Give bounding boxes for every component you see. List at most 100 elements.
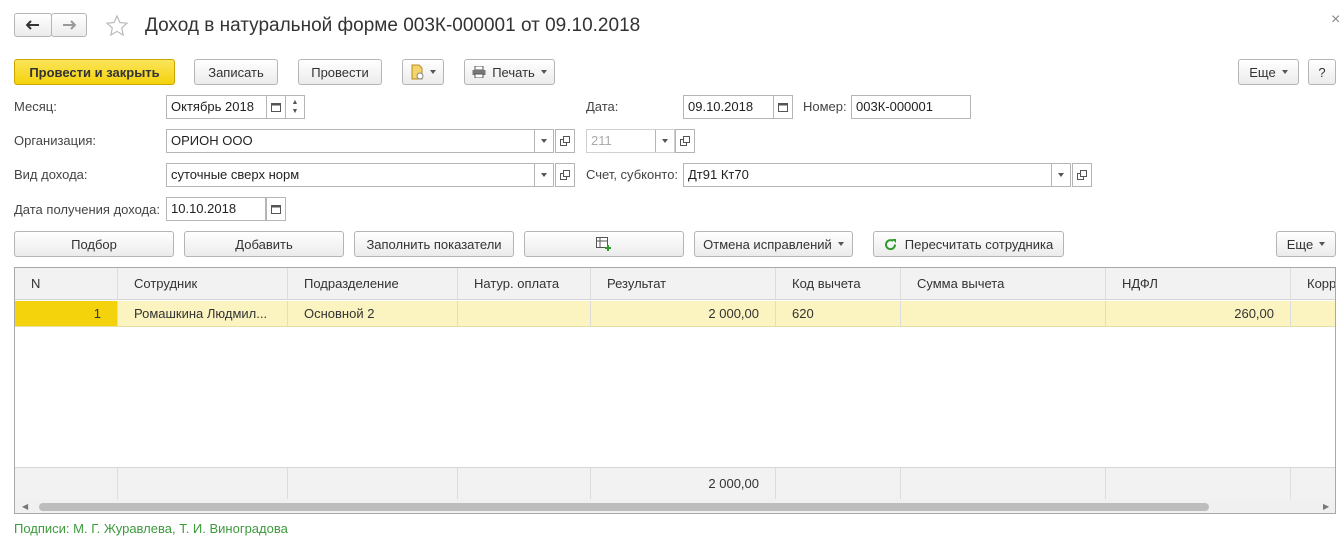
month-field[interactable]: Октябрь 2018	[166, 95, 286, 119]
open-icon	[680, 136, 690, 146]
forward-button[interactable]	[51, 13, 87, 37]
footer-result-total: 2 000,00	[591, 468, 776, 499]
income-type-open-button[interactable]	[555, 163, 575, 187]
chevron-down-icon	[1319, 242, 1326, 246]
income-type-dropdown-button[interactable]	[534, 164, 553, 186]
employees-table[interactable]: N Сотрудник Подразделение Натур. оплата …	[14, 267, 1336, 514]
open-icon	[1077, 170, 1087, 180]
favorite-star-icon[interactable]	[105, 14, 129, 41]
number-field[interactable]: 003К-000001	[851, 95, 971, 119]
column-header-natural-payment[interactable]: Натур. оплата	[458, 268, 591, 299]
cell-ndfl[interactable]: 260,00	[1106, 301, 1291, 326]
account-label: Счет, субконто:	[586, 167, 679, 182]
help-button[interactable]: ?	[1308, 59, 1336, 85]
post-and-close-label: Провести и закрыть	[29, 64, 160, 80]
account-open-button[interactable]	[1072, 163, 1092, 187]
account-field[interactable]: Дт91 Кт70	[683, 163, 1071, 187]
column-header-corr[interactable]: Корр	[1291, 268, 1335, 299]
cell-employee[interactable]: Ромашкина Людмил...	[118, 301, 288, 326]
month-stepper[interactable]: ▲ ▼	[285, 95, 305, 119]
footer-cell	[288, 468, 458, 499]
chevron-down-icon	[541, 139, 547, 143]
printer-icon	[472, 66, 486, 78]
print-label: Печать	[492, 64, 535, 80]
code-open-button[interactable]	[675, 129, 695, 153]
column-header-employee[interactable]: Сотрудник	[118, 268, 288, 299]
income-type-label: Вид дохода:	[14, 167, 88, 182]
more-label: Еще	[1249, 64, 1276, 80]
cell-n[interactable]: 1	[15, 301, 118, 326]
post-button[interactable]: Провести	[298, 59, 382, 85]
back-button[interactable]	[14, 13, 52, 37]
cell-deduction-amount[interactable]	[901, 301, 1106, 326]
code-dropdown-button[interactable]	[655, 130, 674, 152]
organization-open-button[interactable]	[555, 129, 575, 153]
chevron-down-icon	[540, 70, 547, 74]
income-date-field[interactable]: 10.10.2018	[166, 197, 266, 221]
print-button[interactable]: Печать	[464, 59, 555, 85]
help-label: ?	[1318, 64, 1326, 80]
pick-label: Подбор	[71, 236, 117, 252]
close-icon[interactable]: ×	[1331, 12, 1339, 28]
date-field[interactable]: 09.10.2018	[683, 95, 793, 119]
cell-department[interactable]: Основной 2	[288, 301, 458, 326]
income-date-calendar-button[interactable]	[266, 197, 286, 221]
organization-label: Организация:	[14, 133, 97, 148]
calendar-button[interactable]	[773, 96, 792, 118]
calendar-button[interactable]	[266, 96, 285, 118]
month-label: Месяц:	[14, 99, 57, 114]
income-date-label: Дата получения дохода:	[14, 202, 160, 217]
account-value: Дт91 Кт70	[688, 167, 749, 182]
arrow-left-icon	[26, 20, 39, 30]
code-field[interactable]: 211	[586, 129, 675, 153]
cell-deduction-code[interactable]: 620	[776, 301, 901, 326]
footer-cell	[1106, 468, 1291, 499]
scrollbar-thumb[interactable]	[39, 503, 1209, 511]
table-row[interactable]: 1 Ромашкина Людмил... Основной 2 2 000,0…	[15, 301, 1335, 327]
chevron-down-icon	[662, 139, 668, 143]
save-button[interactable]: Записать	[194, 59, 278, 85]
organization-dropdown-button[interactable]	[534, 130, 553, 152]
horizontal-scrollbar[interactable]: ◀ ▶	[15, 499, 1335, 513]
column-header-department[interactable]: Подразделение	[288, 268, 458, 299]
income-type-field[interactable]: суточные сверх норм	[166, 163, 554, 187]
pick-button[interactable]: Подбор	[14, 231, 174, 257]
scroll-left-icon[interactable]: ◀	[22, 502, 28, 511]
add-label: Добавить	[235, 236, 293, 252]
post-and-close-button[interactable]: Провести и закрыть	[14, 59, 175, 85]
document-create-icon	[411, 64, 424, 80]
open-icon	[560, 170, 570, 180]
column-header-n[interactable]: N	[15, 268, 118, 299]
stepper-down-icon[interactable]: ▼	[292, 107, 299, 116]
code-value: 211	[591, 133, 612, 148]
create-based-on-button[interactable]	[402, 59, 444, 85]
table-add-icon	[596, 237, 611, 251]
table-more-label: Еще	[1286, 236, 1314, 252]
column-header-ndfl[interactable]: НДФЛ	[1106, 268, 1291, 299]
column-header-deduction-code[interactable]: Код вычета	[776, 268, 901, 299]
account-dropdown-button[interactable]	[1051, 164, 1070, 186]
stepper-up-icon[interactable]: ▲	[292, 98, 299, 107]
income-date-value: 10.10.2018	[171, 201, 237, 216]
calendar-icon	[271, 205, 281, 214]
organization-field[interactable]: ОРИОН ООО	[166, 129, 554, 153]
recalc-employee-button[interactable]: Пересчитать сотрудника	[873, 231, 1064, 257]
add-button[interactable]: Добавить	[184, 231, 344, 257]
table-more-button[interactable]: Еще	[1276, 231, 1336, 257]
arrow-right-icon	[63, 20, 76, 30]
scroll-right-icon[interactable]: ▶	[1323, 502, 1329, 511]
date-label: Дата:	[586, 99, 619, 114]
signatures-link[interactable]: Подписи: М. Г. Журавлева, Т. И. Виноград…	[14, 521, 288, 537]
add-row-button[interactable]	[524, 231, 684, 257]
cancel-fixes-label: Отмена исправлений	[703, 236, 832, 252]
cell-natural-payment[interactable]	[458, 301, 591, 326]
column-header-result[interactable]: Результат	[591, 268, 776, 299]
cell-corr[interactable]	[1291, 301, 1335, 326]
cell-result[interactable]: 2 000,00	[591, 301, 776, 326]
cancel-fixes-button[interactable]: Отмена исправлений	[694, 231, 853, 257]
column-header-deduction-amount[interactable]: Сумма вычета	[901, 268, 1106, 299]
fill-indicators-button[interactable]: Заполнить показатели	[354, 231, 514, 257]
more-button[interactable]: Еще	[1238, 59, 1299, 85]
save-label: Записать	[208, 64, 264, 80]
post-label: Провести	[311, 64, 369, 80]
